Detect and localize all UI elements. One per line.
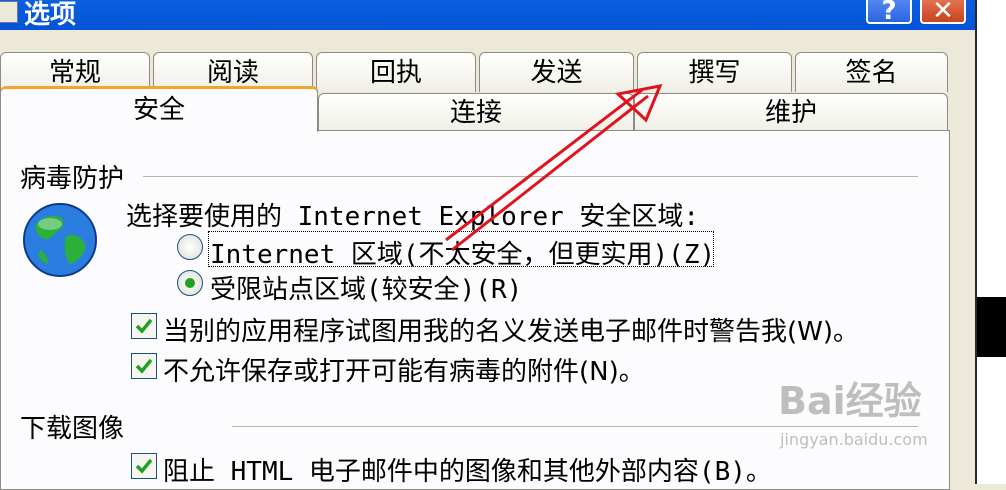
close-button[interactable]: ✕	[920, 0, 966, 26]
window-icon	[0, 1, 18, 23]
virus-protection-heading: 病毒防护	[20, 164, 125, 194]
radio-restricted-zone-label[interactable]: 受限站点区域(较安全)(R)	[210, 269, 522, 306]
zone-prompt: 选择要使用的 Internet Explorer 安全区域:	[126, 202, 700, 232]
radio-restricted-zone[interactable]	[177, 270, 203, 296]
title-bar: 选项 ? ✕	[0, 0, 975, 30]
group-divider	[232, 426, 918, 427]
group-divider	[143, 176, 918, 177]
radio-internet-zone[interactable]	[177, 234, 203, 260]
checkbox-warn-send[interactable]	[131, 313, 157, 339]
download-images-heading: 下载图像	[20, 414, 125, 444]
checkbox-block-attachments[interactable]	[131, 353, 157, 379]
help-button[interactable]: ?	[866, 0, 912, 26]
watermark-brand: Bai经验	[778, 379, 922, 423]
tab-send[interactable]: 发送	[479, 52, 634, 92]
tab-security[interactable]: 安全	[0, 86, 318, 132]
tab-receipts[interactable]: 回执	[316, 52, 476, 92]
check-mark-icon	[135, 358, 153, 374]
tab-compose[interactable]: 撰写	[637, 52, 792, 92]
tab-maintenance[interactable]: 维护	[634, 93, 948, 131]
globe-icon	[23, 203, 97, 277]
focus-rect	[208, 231, 714, 267]
window-title: 选项	[24, 0, 77, 30]
checkbox-block-images[interactable]	[131, 453, 157, 479]
check-mark-icon	[135, 458, 153, 474]
background-strip	[975, 0, 1006, 484]
checkbox-block-attachments-label[interactable]: 不允许保存或打开可能有病毒的附件(N)。	[163, 351, 645, 388]
check-mark-icon	[135, 318, 153, 334]
window-frame-edge	[975, 0, 977, 484]
tab-connection[interactable]: 连接	[318, 93, 634, 131]
tab-signatures[interactable]: 签名	[795, 52, 948, 92]
background-block	[977, 297, 1006, 357]
checkbox-warn-send-label[interactable]: 当别的应用程序试图用我的名义发送电子邮件时警告我(W)。	[163, 311, 859, 348]
checkbox-block-images-label[interactable]: 阻止 HTML 电子邮件中的图像和其他外部内容(B)。	[163, 451, 772, 488]
watermark-url: jingyan.baidu.com	[780, 430, 928, 449]
